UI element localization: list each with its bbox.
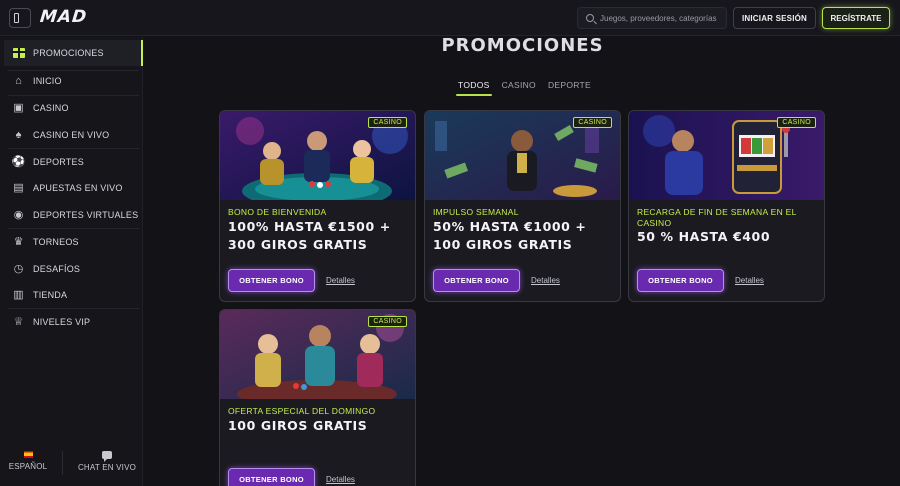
sidebar-item-label: TIENDA bbox=[33, 290, 68, 300]
sidebar-item-tienda[interactable]: ▥ TIENDA bbox=[4, 283, 143, 307]
promo-headline: 50% HASTA €1000 + 100 GIROS GRATIS bbox=[433, 219, 587, 252]
promo-subtitle: BONO DE BIENVENIDA bbox=[228, 207, 327, 217]
sidebar-item-label: DEPORTES VIRTUALES bbox=[33, 210, 139, 220]
tab-deporte[interactable]: DEPORTE bbox=[542, 78, 597, 96]
language-label: ESPAÑOL bbox=[8, 462, 48, 471]
search-input[interactable] bbox=[600, 13, 720, 23]
get-bonus-button[interactable]: OBTENER BONO bbox=[433, 269, 520, 292]
promo-headline: 50 % HASTA €400 bbox=[637, 229, 771, 244]
sidebar-item-niveles-vip[interactable]: ♕ NIVELES VIP bbox=[4, 310, 143, 334]
sidebar-item-label: TORNEOS bbox=[33, 237, 79, 247]
soccer-ball-icon: ⚽ bbox=[11, 155, 26, 168]
language-selector[interactable]: ESPAÑOL bbox=[8, 451, 48, 471]
sidebar-item-apuestas-en-vivo[interactable]: ▤ APUESTAS EN VIVO bbox=[4, 176, 143, 200]
crown-icon: ♕ bbox=[13, 315, 24, 328]
sidebar-item-desafios[interactable]: ◷ DESAFÍOS bbox=[4, 257, 143, 281]
sidebar-item-label: PROMOCIONES bbox=[33, 48, 104, 58]
spain-flag-icon bbox=[23, 451, 33, 458]
sidebar-footer: ESPAÑOL CHAT EN VIVO bbox=[0, 449, 143, 486]
sidebar-item-torneos[interactable]: ♛ TORNEOS bbox=[4, 230, 143, 254]
trophy-icon: ♛ bbox=[13, 235, 24, 248]
sidebar-toggle-icon[interactable] bbox=[9, 8, 31, 28]
category-badge: CASINO bbox=[777, 117, 816, 128]
divider bbox=[62, 451, 63, 475]
sidebar-item-label: INICIO bbox=[33, 76, 62, 86]
promo-subtitle: RECARGA DE FIN DE SEMANA EN EL CASINO bbox=[637, 207, 797, 228]
promo-card: CASINO IMPULSO SEMANAL 50% HASTA €1000 +… bbox=[424, 110, 621, 302]
promo-headline: 100% HASTA €1500 + 300 GIROS GRATIS bbox=[228, 219, 391, 252]
sidebar-item-casino[interactable]: ▣ CASINO bbox=[4, 96, 143, 120]
divider bbox=[8, 308, 139, 309]
live-chat-button[interactable]: CHAT EN VIVO bbox=[74, 451, 140, 472]
chat-bubble-icon bbox=[102, 451, 112, 462]
sidebar-item-promociones[interactable]: PROMOCIONES bbox=[4, 40, 143, 66]
category-badge: CASINO bbox=[368, 117, 407, 128]
sidebar-item-deportes-virtuales[interactable]: ◉ DEPORTES VIRTUALES bbox=[4, 203, 143, 227]
get-bonus-button[interactable]: OBTENER BONO bbox=[228, 468, 315, 486]
cards-icon: ♠ bbox=[15, 128, 22, 141]
gift-icon bbox=[11, 47, 26, 59]
get-bonus-button[interactable]: OBTENER BONO bbox=[228, 269, 315, 292]
sidebar-item-label: CASINO EN VIVO bbox=[33, 130, 110, 140]
site-logo[interactable]: MAD bbox=[39, 7, 88, 27]
sidebar-item-label: DEPORTES bbox=[33, 157, 84, 167]
top-bar: MAD INICIAR SESIÓN REGÍSTRATE bbox=[0, 0, 900, 36]
get-bonus-button[interactable]: OBTENER BONO bbox=[637, 269, 724, 292]
shopping-bag-icon: ▥ bbox=[13, 288, 24, 301]
gamepad-icon: ◉ bbox=[13, 208, 24, 221]
slot-machine-icon: ▣ bbox=[13, 101, 24, 114]
sidebar-item-label: CASINO bbox=[33, 103, 69, 113]
tab-casino[interactable]: CASINO bbox=[496, 78, 542, 96]
promo-headline: 100 GIROS GRATIS bbox=[228, 418, 368, 433]
login-button[interactable]: INICIAR SESIÓN bbox=[733, 7, 816, 29]
search-box[interactable] bbox=[577, 7, 727, 29]
register-button[interactable]: REGÍSTRATE bbox=[822, 7, 890, 29]
category-badge: CASINO bbox=[368, 316, 407, 327]
sidebar-item-casino-en-vivo[interactable]: ♠ CASINO EN VIVO bbox=[4, 123, 143, 147]
promo-subtitle: OFERTA ESPECIAL DEL DOMINGO bbox=[228, 406, 376, 416]
category-badge: CASINO bbox=[573, 117, 612, 128]
promo-card: CASINO RECARGA DE FIN DE SEMANA EN EL CA… bbox=[628, 110, 825, 302]
chat-label: CHAT EN VIVO bbox=[77, 463, 137, 472]
home-icon: ⌂ bbox=[15, 74, 22, 87]
sidebar-item-label: APUESTAS EN VIVO bbox=[33, 183, 123, 193]
promo-subtitle: IMPULSO SEMANAL bbox=[433, 207, 519, 217]
sidebar-item-deportes[interactable]: ⚽ DEPORTES bbox=[4, 150, 143, 174]
sidebar: PROMOCIONES ⌂ INICIO ▣ CASINO ♠ CASINO E… bbox=[0, 37, 143, 486]
sidebar-item-label: DESAFÍOS bbox=[33, 264, 81, 274]
sidebar-item-inicio[interactable]: ⌂ INICIO bbox=[4, 69, 143, 93]
page-title: PROMOCIONES bbox=[441, 35, 604, 56]
promo-card: CASINO BONO DE BIENVENIDA 100% HASTA €15… bbox=[219, 110, 416, 302]
details-link[interactable]: Detalles bbox=[531, 276, 560, 285]
divider bbox=[8, 148, 139, 149]
live-tv-icon: ▤ bbox=[13, 181, 24, 194]
sidebar-item-label: NIVELES VIP bbox=[33, 317, 91, 327]
details-link[interactable]: Detalles bbox=[326, 276, 355, 285]
filter-tabs: TODOS CASINO DEPORTE bbox=[452, 78, 597, 96]
divider bbox=[8, 228, 139, 229]
details-link[interactable]: Detalles bbox=[735, 276, 764, 285]
tab-todos[interactable]: TODOS bbox=[452, 78, 496, 96]
promo-card: CASINO OFERTA ESPECIAL DEL DOMINGO 100 G… bbox=[219, 309, 416, 486]
search-icon bbox=[586, 14, 594, 22]
details-link[interactable]: Detalles bbox=[326, 475, 355, 484]
stopwatch-icon: ◷ bbox=[13, 262, 24, 275]
